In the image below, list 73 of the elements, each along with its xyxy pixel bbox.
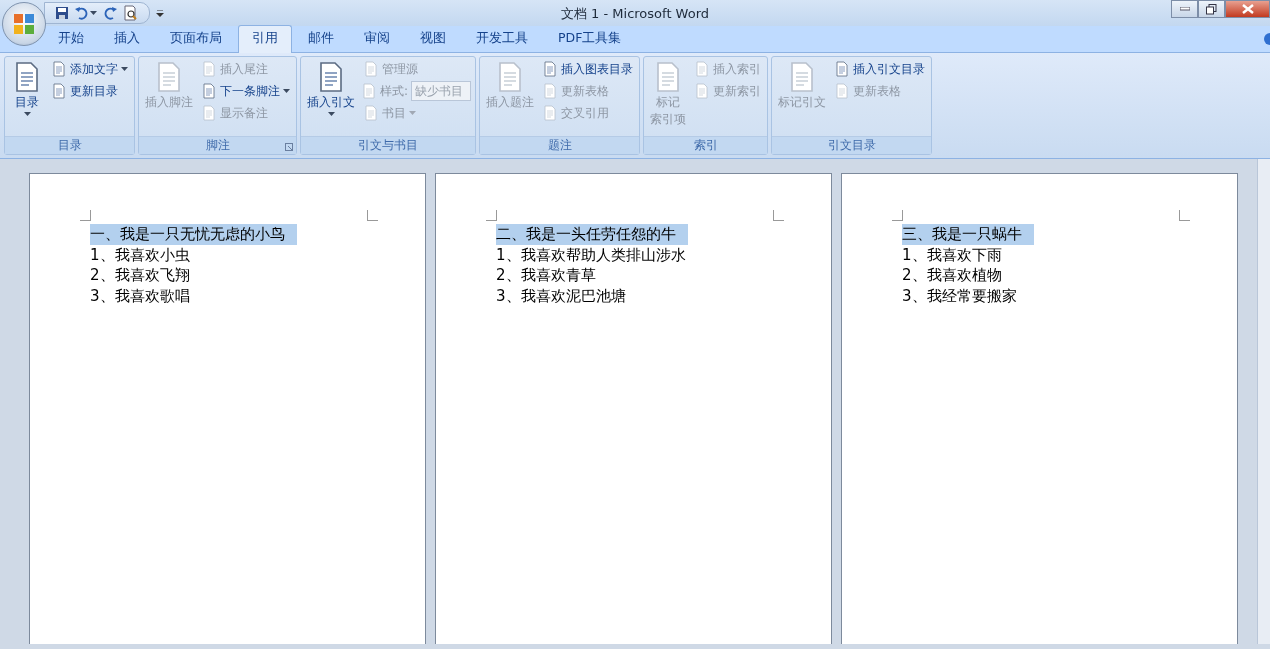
document-icon	[834, 83, 851, 99]
document-icon	[363, 105, 379, 121]
document-line: 1、我喜欢小虫	[90, 244, 190, 265]
document-line: 2、我喜欢植物	[902, 265, 1002, 286]
group-label: 题注	[547, 137, 572, 154]
document-icon	[201, 105, 217, 121]
office-logo-icon	[12, 12, 36, 36]
document-line: 1、我喜欢下雨	[902, 244, 1002, 265]
document-line: 3、我经常要搬家	[902, 285, 1017, 306]
close-button[interactable]	[1225, 0, 1270, 18]
magnifier-page-icon	[123, 5, 139, 21]
caret-icon	[23, 112, 31, 116]
document-line: 2、我喜欢青草	[496, 265, 596, 286]
vertical-scrollbar[interactable]	[1257, 159, 1270, 644]
style-label: 样式:	[380, 82, 409, 100]
caret-icon	[156, 9, 164, 17]
print-preview-button[interactable]	[123, 5, 139, 21]
document-icon	[51, 61, 67, 77]
dialog-launcher-icon[interactable]	[285, 143, 293, 151]
document-icon	[694, 83, 711, 99]
ribbon-tab[interactable]: 插入	[100, 25, 154, 52]
document-line: 3、我喜欢泥巴池塘	[496, 285, 626, 306]
ribbon-tab[interactable]: 视图	[406, 25, 460, 52]
group-label: 脚注	[205, 137, 230, 154]
document-icon	[542, 105, 559, 121]
ribbon-button[interactable]: 添加文字	[49, 59, 130, 79]
ribbon-button[interactable]: 插入引文目录	[832, 59, 928, 79]
ribbon-tab[interactable]: 邮件	[294, 25, 348, 52]
redo-icon	[103, 6, 117, 20]
document-line: 2、我喜欢飞翔	[90, 265, 190, 286]
minimize-icon	[1179, 7, 1190, 11]
undo-button[interactable]	[75, 6, 97, 20]
group-label: 引文与书目	[358, 137, 418, 154]
undo-icon	[75, 6, 89, 20]
save-icon	[55, 6, 69, 20]
save-button[interactable]	[55, 6, 69, 20]
document-icon	[834, 61, 851, 77]
caret-icon	[327, 112, 335, 116]
document-line: 1、我喜欢帮助人类排山涉水	[496, 244, 686, 265]
document-icon	[694, 61, 711, 77]
window-title: 文档 1 - Microsoft Word	[560, 6, 710, 21]
document-icon	[361, 83, 377, 99]
ribbon-tab[interactable]: 开始	[44, 25, 98, 52]
ribbon-button[interactable]: 插入引文	[305, 59, 357, 134]
document-icon	[542, 61, 559, 77]
group-label: 目录	[57, 137, 82, 154]
ribbon-tab[interactable]: 开发工具	[462, 25, 542, 52]
ribbon-tab[interactable]: 审阅	[350, 25, 404, 52]
document-icon	[51, 83, 67, 99]
restore-icon	[1206, 3, 1217, 15]
document-icon	[542, 83, 559, 99]
ribbon-button[interactable]: 插入图表目录	[540, 59, 636, 79]
group-label: 引文目录	[827, 137, 876, 154]
ribbon-button[interactable]: 下一条脚注	[199, 81, 292, 101]
ribbon-button[interactable]: 目录	[9, 59, 45, 134]
ribbon-tab[interactable]: 引用	[238, 25, 292, 53]
office-button[interactable]	[2, 2, 46, 46]
caret-icon	[90, 11, 97, 15]
restore-button[interactable]	[1198, 0, 1225, 18]
customize-toolbar-button[interactable]	[156, 9, 164, 17]
group-label: 索引	[693, 137, 718, 154]
caret-icon	[121, 67, 128, 71]
close-icon	[1241, 4, 1254, 14]
document-icon	[201, 61, 217, 77]
ribbon-button[interactable]: 更新目录	[49, 81, 130, 101]
redo-button[interactable]	[103, 6, 117, 20]
document-icon	[201, 83, 217, 99]
ribbon-tab[interactable]: PDF工具集	[544, 25, 636, 52]
ribbon-tab[interactable]: 页面布局	[156, 25, 236, 52]
caret-icon	[283, 89, 290, 93]
document-line: 3、我喜欢歌唱	[90, 285, 190, 306]
caret-icon	[409, 111, 416, 115]
document-icon	[363, 61, 379, 77]
